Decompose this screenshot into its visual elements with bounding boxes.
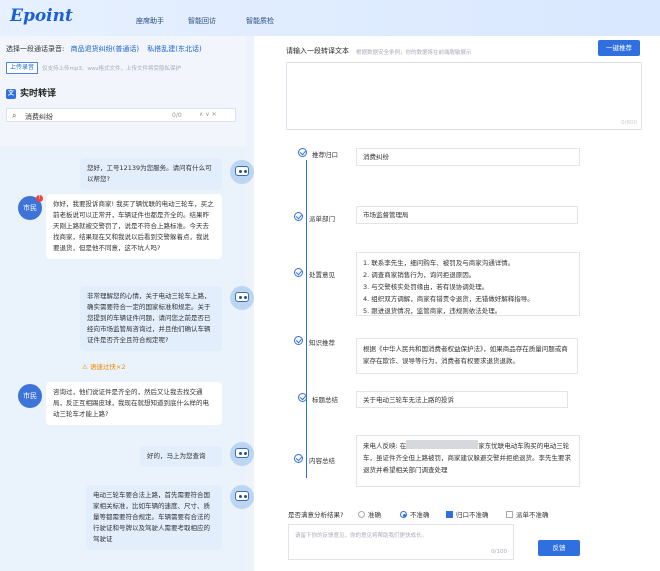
feedback-count: 0/100 xyxy=(491,549,507,555)
citizen-avatar: 市民 xyxy=(18,384,42,408)
search-bar[interactable]: ⌕ 消费纠纷 0/0 ∧ ∨ ✕ xyxy=(6,108,236,122)
feedback-placeholder: 请留下你的反馈意见，你的意见将帮助我们更快成长。 xyxy=(295,533,428,539)
step-label: 内容总结 xyxy=(309,457,335,465)
upload-button[interactable]: 上传录音 xyxy=(6,62,38,74)
feedback-button[interactable]: 反馈 xyxy=(538,540,580,556)
option-category-inaccurate[interactable]: 归口不准确 xyxy=(446,509,489,519)
knowledge-field[interactable]: 根据《中华人民共和国消费者权益保护法》，如果商品存在质量问题或商家存在欺诈、误导… xyxy=(356,338,578,374)
nav-item-callback[interactable]: 智能回访 xyxy=(188,16,216,26)
option-accurate[interactable]: 准确 xyxy=(358,509,381,519)
speed-warning: ⚠ 语速过快×2 xyxy=(82,363,126,371)
radio-icon xyxy=(400,511,407,518)
left-panel: 选择一段通话录音: 商品退货纠纷(普通话) 私搭乱建(东北话) 上传录音 仅支持… xyxy=(0,36,254,571)
realtime-title: 实时转译 xyxy=(20,89,57,99)
bot-avatar xyxy=(230,442,254,466)
title-summary-field[interactable]: 关于电动三轮车无法上路的投诉 xyxy=(356,391,568,408)
notification-badge: ! xyxy=(36,195,43,202)
checkbox-icon xyxy=(446,511,453,518)
disposal-line: 3. 与交警核实处罚缘由，若有误协调处理。 xyxy=(363,283,489,291)
bot-avatar xyxy=(230,485,254,509)
disposal-line: 1. 联系李先生，细问购车、被罚及与商家沟通详情。 xyxy=(363,259,515,267)
citizen-avatar: 市民! xyxy=(18,195,43,220)
option-department-inaccurate[interactable]: 派单不准确 xyxy=(506,509,549,519)
textarea-count: 0/800 xyxy=(621,120,637,126)
chat-message-agent: 好的，马上为您查询 xyxy=(140,446,222,467)
step-label: 推荐归口 xyxy=(312,151,338,159)
checkbox-icon xyxy=(506,511,513,518)
check-icon xyxy=(294,336,303,345)
upload-hint: 仅支持上传mp3、wav格式文件，上传文件将受隐私保护 xyxy=(42,66,181,72)
input-label: 请输入一段转译文本 xyxy=(286,47,349,55)
sample-select-label: 选择一段通话录音: xyxy=(6,45,65,53)
chat-message-agent: 您好，工号12139为您服务。请问有什么可以帮您? xyxy=(80,158,222,190)
step-label: 知识推荐 xyxy=(309,339,335,347)
radio-icon xyxy=(358,511,365,518)
input-hint: 根据数据安全条例，你的数据将在前端脱敏展示 xyxy=(356,50,472,56)
check-icon xyxy=(298,148,307,157)
redacted-block xyxy=(406,440,479,449)
step-label: 处置意见 xyxy=(309,271,335,279)
transcript-textarea[interactable]: 0/800 xyxy=(286,62,642,130)
sample-link-return[interactable]: 商品退货纠纷(普通话) xyxy=(71,45,139,53)
step-label: 标题总结 xyxy=(312,396,338,404)
check-icon xyxy=(298,393,307,402)
chat-message-user: 咨询过，他们说证件是齐全的，然后又让我去找交通局，反正互相踢皮球，我现在就想知道… xyxy=(46,382,222,425)
feedback-input[interactable]: 请留下你的反馈意见，你的意见将帮助我们更快成长。 0/100 xyxy=(288,524,514,560)
right-panel: 请输入一段转译文本 根据数据安全条例，你的数据将在前端脱敏展示 一键推荐 0/8… xyxy=(254,36,660,571)
recommend-button[interactable]: 一键推荐 xyxy=(598,40,640,56)
nav-item-quality[interactable]: 智能质检 xyxy=(246,16,274,26)
disposal-line: 2. 调查商家销售行为，询问拒退原因。 xyxy=(363,271,476,279)
chat-message-agent: 电动三轮车要合法上路，首先需要符合国家相关标准，比如车辆的速度、尺寸、质量等都需… xyxy=(86,485,222,550)
department-field[interactable]: 市场监督管理局 xyxy=(356,206,578,224)
sample-select-row: 选择一段通话录音: 商品退货纠纷(普通话) 私搭乱建(东北话) xyxy=(6,44,202,54)
disposal-line: 4. 组织双方调解，商家有错责令退货，无错做好解释指导。 xyxy=(363,295,534,303)
translate-icon: 文 xyxy=(6,88,16,99)
bot-avatar xyxy=(230,160,254,184)
disposal-line: 5. 跟进退货情况，监管商家，违规则依法处理。 xyxy=(363,307,502,315)
realtime-title-row: 文实时转译 xyxy=(6,86,56,99)
check-icon xyxy=(294,454,303,463)
warning-icon: ⚠ xyxy=(82,363,88,371)
sample-link-building[interactable]: 私搭乱建(东北话) xyxy=(147,45,201,53)
content-summary-field[interactable]: 来电人反映: 在家东忧联电动车购买的电动三轮车，虽证件齐全但上路被罚，商家建议躲… xyxy=(356,435,580,487)
option-inaccurate[interactable]: 不准确 xyxy=(400,509,430,519)
category-field[interactable]: 消费纠纷 xyxy=(356,148,580,166)
search-input[interactable]: 消费纠纷 xyxy=(25,112,53,122)
disposal-field[interactable]: 1. 联系李先生，细问购车、被罚及与商家沟通详情。 2. 调查商家销售行为，询问… xyxy=(356,252,580,316)
satisfaction-question: 是否满意分析结果? xyxy=(288,511,344,519)
search-count: 0/0 xyxy=(172,112,182,119)
search-nav-arrows[interactable]: ∧ ∨ ✕ xyxy=(199,111,217,118)
search-icon: ⌕ xyxy=(12,111,17,120)
chat-message-user: 你好，我要投诉商家! 我买了辆忧联的电动三轮车，买之前老板说可以正常开，车辆证件… xyxy=(46,194,222,259)
check-icon xyxy=(294,212,303,221)
top-bar: Epoint 座席助手 智能回访 智能质检 xyxy=(0,0,660,36)
step-label: 派单部门 xyxy=(309,215,335,223)
check-icon xyxy=(294,268,303,277)
logo: Epoint xyxy=(10,6,73,26)
chat-message-agent: 非常理解您的心情，关于电动三轮车上路，确实需要符合一定的国家标准和规定。关于您提… xyxy=(80,286,222,351)
nav-item-assistant[interactable]: 座席助手 xyxy=(136,16,164,26)
content-summary-text: 来电人反映: 在 xyxy=(363,442,407,450)
timeline-line xyxy=(306,160,307,478)
bot-avatar xyxy=(230,286,254,310)
